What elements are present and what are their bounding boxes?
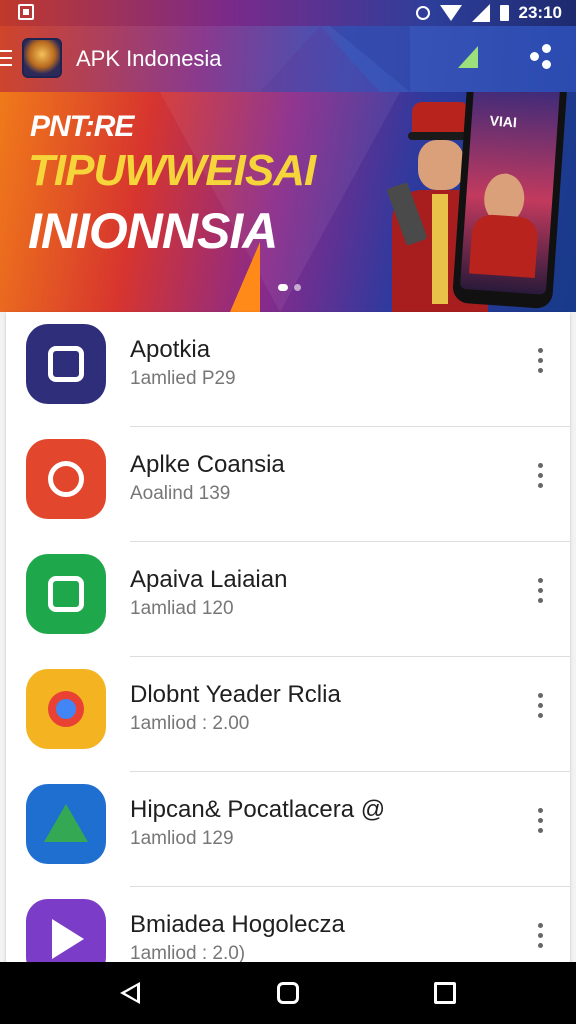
app-title: APK Indonesia [76, 46, 222, 71]
app-meta: 1amliod 129 [130, 828, 234, 849]
app-list-item[interactable]: Apotkia 1amlied P29 [6, 312, 570, 427]
overflow-menu-icon[interactable] [536, 923, 544, 951]
banner-headline-yellow: TIPUWWEISAI [28, 146, 316, 195]
app-list: Apotkia 1amlied P29 Aplke Coansia Aoalind 1… [6, 312, 570, 962]
overflow-menu-icon[interactable] [536, 463, 544, 491]
document-icon[interactable] [26, 554, 106, 634]
app-bar: APK Indonesia [0, 26, 576, 92]
banner-headline-white: INIONNSIA [28, 203, 278, 259]
recent-apps-icon[interactable] [434, 982, 456, 1004]
alarm-icon [415, 6, 430, 20]
app-meta: 1amliod : 2.00 [130, 713, 250, 734]
decor-shard [330, 26, 410, 92]
home-icon[interactable] [277, 982, 299, 1004]
overflow-menu-icon[interactable] [536, 578, 544, 606]
banner-headline-small: PNT:RE [30, 110, 134, 143]
app-meta: Aoalind 139 [130, 483, 231, 504]
promo-banner[interactable]: PNT:RE TIPUWWEISAI INIONNSIA VIAI [0, 92, 576, 312]
overflow-menu-icon[interactable] [536, 693, 544, 721]
banner-phone-text: VIAI [489, 112, 518, 131]
menu-icon[interactable] [0, 50, 12, 66]
app-name: Hipcan& Pocatlacera @ [130, 796, 386, 823]
play-icon[interactable] [26, 899, 106, 962]
app-name: Aplke Coansia [130, 451, 285, 478]
navigation-bar [0, 962, 576, 1024]
back-icon[interactable] [120, 982, 140, 1004]
app-list-item[interactable]: Dlobnt Yeader Rclia 1amliod : 2.00 [6, 657, 570, 772]
wifi-icon [439, 5, 462, 21]
app-list-item[interactable]: Aplke Coansia Aoalind 139 [6, 427, 570, 542]
status-time: 23:10 [518, 3, 562, 22]
screenshot-notification-icon [18, 4, 34, 20]
app-meta: 1amlied P29 [130, 368, 236, 389]
share-icon[interactable] [530, 44, 554, 70]
banner-phone-mockup: VIAI [451, 92, 569, 310]
app-meta: 1amliad 120 [130, 598, 234, 619]
app-meta: 1amliod : 2.0) [130, 943, 246, 962]
app-name: Dlobnt Yeader Rclia [130, 681, 341, 708]
decor-triangle [458, 46, 478, 68]
overflow-menu-icon[interactable] [536, 348, 544, 376]
app-list-item[interactable]: Bmiadea Hogolecza 1amliod : 2.0) [6, 887, 570, 962]
app-logo [22, 38, 62, 78]
app-name: Apaiva Laiaian [130, 566, 288, 593]
target-icon[interactable] [26, 439, 106, 519]
overflow-menu-icon[interactable] [536, 808, 544, 836]
chrome-icon[interactable] [26, 669, 106, 749]
banner-page-indicator [278, 284, 301, 291]
app-list-item[interactable]: Hipcan& Pocatlacera @ 1amliod 129 [6, 772, 570, 887]
app-name: Apotkia [130, 336, 211, 363]
signal-icon [471, 4, 490, 22]
app-name: Bmiadea Hogolecza [130, 911, 345, 938]
app-list-item[interactable]: Apaiva Laiaian 1amliad 120 [6, 542, 570, 657]
drive-icon[interactable] [26, 784, 106, 864]
battery-icon [499, 5, 509, 21]
camera-icon[interactable] [26, 324, 106, 404]
status-bar: 23:10 [0, 0, 576, 26]
